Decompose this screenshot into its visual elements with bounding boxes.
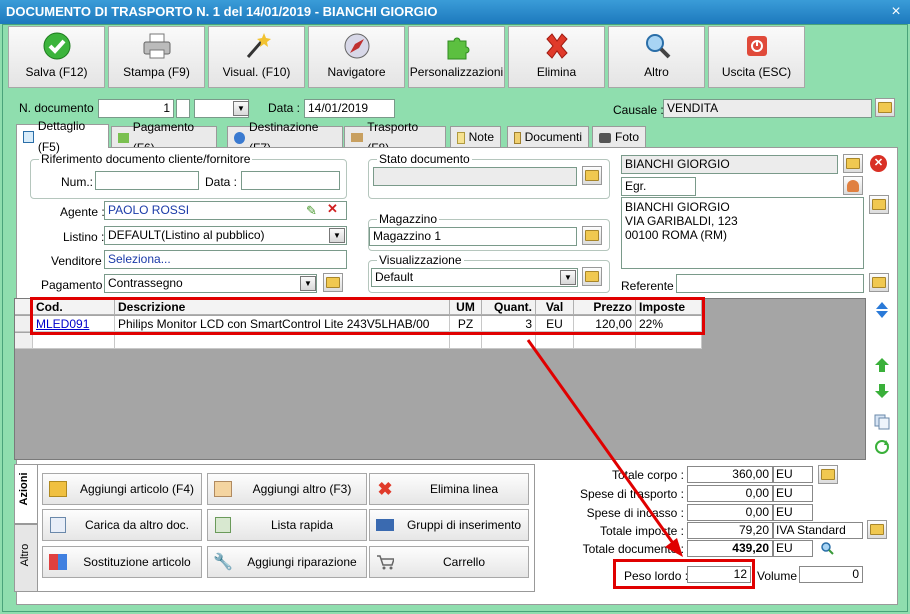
tab-dettaglio[interactable]: Dettaglio (F5) [16, 119, 109, 154]
tab-label: Dettaglio (F5) [37, 118, 86, 154]
list-icon [23, 130, 34, 143]
annotation-arrow [526, 339, 683, 557]
